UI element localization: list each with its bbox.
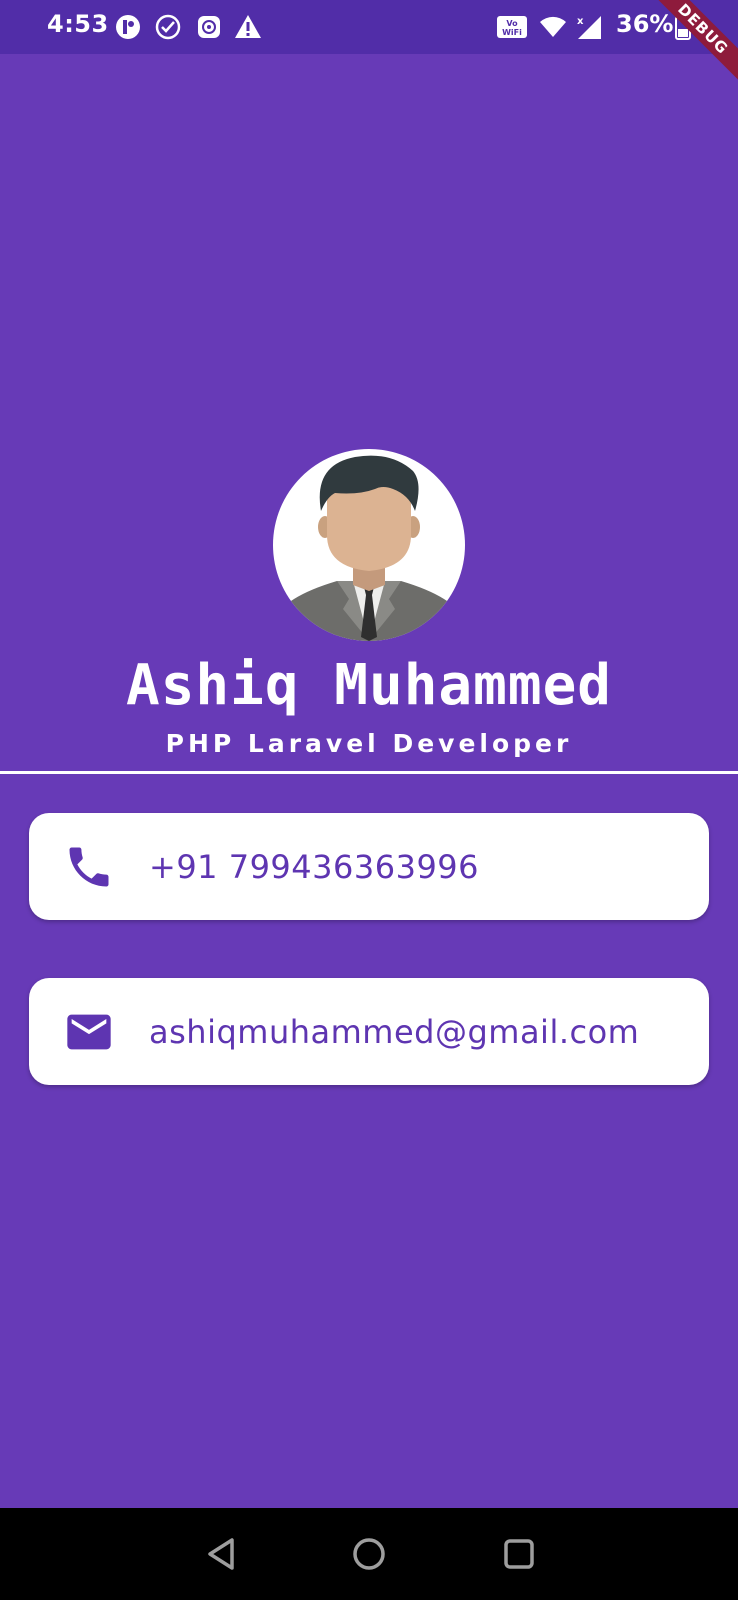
signal-icon: x xyxy=(575,13,603,41)
vowifi-icon: Vo WiFi xyxy=(496,13,528,41)
divider xyxy=(0,771,738,774)
recents-icon[interactable] xyxy=(499,1534,539,1574)
svg-text:x: x xyxy=(577,16,584,27)
person-avatar-icon xyxy=(273,455,465,641)
home-icon[interactable] xyxy=(349,1534,389,1574)
navigation-bar xyxy=(0,1508,738,1600)
warning-icon xyxy=(234,13,262,41)
phone-number: +91 799436363996 xyxy=(149,848,480,886)
back-icon[interactable] xyxy=(202,1534,242,1574)
email-address: ashiqmuhammed@gmail.com xyxy=(149,1013,640,1051)
check-circle-icon xyxy=(154,13,182,41)
status-time: 4:53 xyxy=(47,10,109,38)
vpn-icon xyxy=(114,13,142,41)
phone-icon xyxy=(63,841,115,893)
wifi-icon xyxy=(539,13,567,41)
profile-role: PHP Laravel Developer xyxy=(165,729,573,758)
battery-percent: 36% xyxy=(616,10,674,38)
status-bar: 4:53 Vo WiFi x 36% xyxy=(0,0,738,54)
profile-name: Ashiq Muhammed xyxy=(125,653,612,718)
app-icon xyxy=(195,13,223,41)
email-card[interactable]: ashiqmuhammed@gmail.com xyxy=(29,978,709,1085)
avatar xyxy=(273,449,465,641)
phone-card[interactable]: +91 799436363996 xyxy=(29,813,709,920)
mail-icon xyxy=(63,1006,115,1058)
svg-text:WiFi: WiFi xyxy=(502,28,522,37)
svg-text:Vo: Vo xyxy=(506,19,518,28)
